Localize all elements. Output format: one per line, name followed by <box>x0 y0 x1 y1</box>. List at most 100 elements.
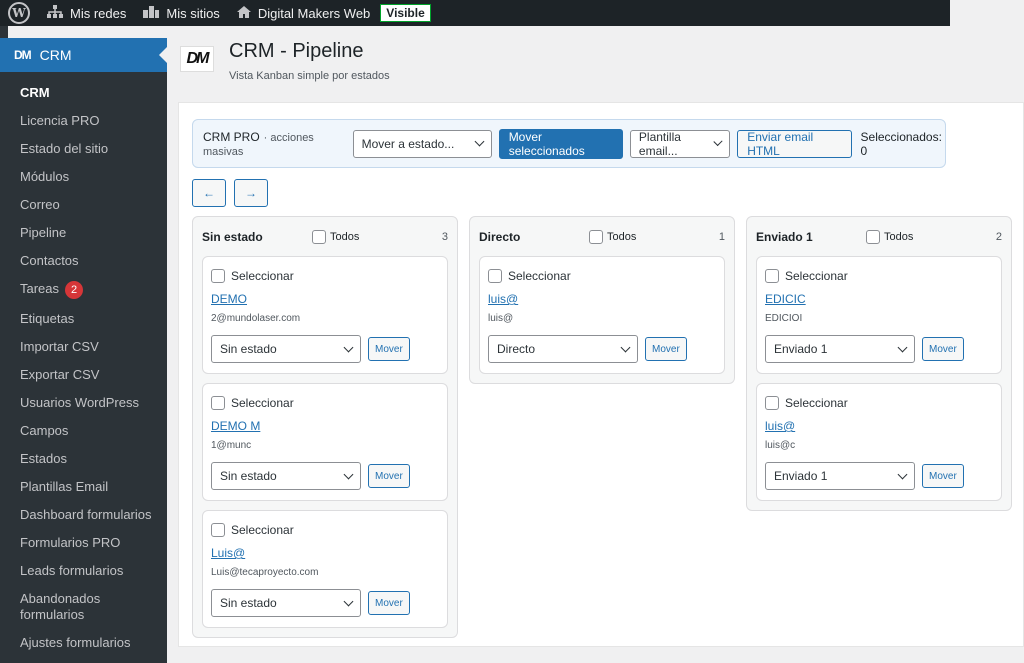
select-lead-toggle[interactable]: Seleccionar <box>211 269 439 283</box>
sidebar-item[interactable]: Contactos <box>0 247 167 275</box>
page-header: DM CRM - Pipeline Vista Kanban simple po… <box>180 40 390 82</box>
select-lead-toggle[interactable]: Seleccionar <box>211 396 439 410</box>
lead-name-link[interactable]: DEMO M <box>211 419 439 433</box>
select-all-checkbox[interactable] <box>866 229 880 244</box>
sidebar-item[interactable]: Ajustes formularios <box>0 629 167 657</box>
select-lead-label: Seleccionar <box>785 269 848 283</box>
move-selected-button[interactable]: Mover seleccionados <box>498 128 623 159</box>
column-title: Enviado 1 <box>756 229 813 244</box>
status-select[interactable]: Enviado 1 <box>765 462 915 490</box>
crm-menu-header[interactable]: DM CRM <box>0 38 167 72</box>
move-button[interactable]: Mover <box>922 337 964 361</box>
sidebar-item[interactable]: Correo <box>0 191 167 219</box>
lead-email: 2@mundolaser.com <box>211 313 301 324</box>
column-header: Enviado 1 Todos 2 <box>756 217 1002 256</box>
sidebar-item[interactable]: Plantillas Email <box>0 473 167 501</box>
select-lead-checkbox[interactable] <box>211 523 225 537</box>
select-lead-toggle[interactable]: Seleccionar <box>765 269 993 283</box>
select-lead-checkbox[interactable] <box>765 396 779 410</box>
scroll-right-button[interactable]: → <box>234 179 268 207</box>
move-button[interactable]: Mover <box>368 591 410 615</box>
sidebar-item-label: Ajustes formularios <box>20 635 131 650</box>
lead-name-link[interactable]: Luis@ <box>211 546 439 560</box>
move-button[interactable]: Mover <box>922 464 964 488</box>
lead-name-link[interactable]: DEMO <box>211 292 439 306</box>
move-controls: Sin estado Mover <box>211 335 439 363</box>
sidebar-item[interactable]: Importar CSV <box>0 333 167 361</box>
sidebar-item[interactable]: Formularios PRO <box>0 529 167 557</box>
sidebar-item-label: Abandonados formularios <box>20 591 101 622</box>
current-menu-arrow <box>159 47 167 63</box>
sidebar-item[interactable]: Abandonados formularios <box>0 585 167 629</box>
wordpress-logo-menu[interactable]: W <box>0 0 38 26</box>
status-select[interactable]: Sin estado <box>211 589 361 617</box>
my-networks-label: Mis redes <box>70 5 127 21</box>
move-button[interactable]: Mover <box>368 337 410 361</box>
sidebar-item[interactable]: Módulos <box>0 163 167 191</box>
lead-name-link[interactable]: EDICIC <box>765 292 993 306</box>
move-controls: Directo Mover <box>488 335 716 363</box>
column-count: 2 <box>995 230 1002 243</box>
scroll-left-button[interactable]: ← <box>192 179 226 207</box>
sidebar-item-label: Estados <box>20 451 67 466</box>
site-name-menu[interactable]: Digital Makers Web Visible <box>228 0 439 26</box>
send-html-email-button[interactable]: Enviar email HTML <box>737 129 852 158</box>
my-sites-menu[interactable]: Mis sitios <box>134 0 227 26</box>
sidebar-item-label: Etiquetas <box>20 311 75 326</box>
select-all-checkbox[interactable] <box>589 229 603 244</box>
select-lead-toggle[interactable]: Seleccionar <box>211 523 439 537</box>
lead-card: Seleccionar DEMO 2@mundolaser.com Sin estad… <box>202 256 448 374</box>
status-select[interactable]: Sin estado <box>211 335 361 363</box>
sidebar-item[interactable]: Pipeline <box>0 219 167 247</box>
select-lead-toggle[interactable]: Seleccionar <box>765 396 993 410</box>
sidebar-item-label: CRM <box>20 85 50 100</box>
sidebar-item[interactable]: Usuarios WordPress <box>0 389 167 417</box>
sidebar-item[interactable]: Licencia PRO <box>0 107 167 135</box>
lead-email: EDICIOI <box>765 313 803 324</box>
select-lead-toggle[interactable]: Seleccionar <box>488 269 716 283</box>
status-select[interactable]: Sin estado <box>211 462 361 490</box>
sidebar-item[interactable]: Estados <box>0 445 167 473</box>
move-button[interactable]: Mover <box>645 337 687 361</box>
select-lead-label: Seleccionar <box>231 523 294 537</box>
email-template-select[interactable]: Plantilla email... <box>629 129 731 158</box>
sidebar-item[interactable]: Dashboard formularios <box>0 501 167 529</box>
main-content: DM CRM - Pipeline Vista Kanban simple po… <box>167 32 1024 663</box>
select-all-checkbox[interactable] <box>312 229 326 244</box>
select-all-toggle[interactable]: Todos <box>312 229 442 244</box>
column-title: Sin estado <box>202 229 263 244</box>
select-all-toggle[interactable]: Todos <box>866 229 996 244</box>
sidebar-item[interactable]: CRM <box>0 79 167 107</box>
select-lead-checkbox[interactable] <box>488 269 502 283</box>
select-lead-checkbox[interactable] <box>211 269 225 283</box>
status-select[interactable]: Directo <box>488 335 638 363</box>
select-lead-checkbox[interactable] <box>211 396 225 410</box>
chevron-down-icon <box>343 342 354 352</box>
move-button[interactable]: Mover <box>368 464 410 488</box>
sidebar-item[interactable]: Estado del sitio <box>0 135 167 163</box>
site-name-label: Digital Makers Web <box>257 5 371 21</box>
wordpress-icon: W <box>8 2 30 24</box>
status-select[interactable]: Enviado 1 <box>765 335 915 363</box>
sidebar-item[interactable]: Exportar CSV <box>0 361 167 389</box>
admin-menu-edge <box>0 26 8 38</box>
lead-name-link[interactable]: luis@ <box>765 419 993 433</box>
select-all-toggle[interactable]: Todos <box>589 229 719 244</box>
page-title: CRM - Pipeline <box>229 40 364 62</box>
select-lead-checkbox[interactable] <box>765 269 779 283</box>
sidebar-item[interactable]: Etiquetas <box>0 305 167 333</box>
chevron-down-icon <box>897 469 908 479</box>
crm-logo-icon: DM <box>14 48 32 62</box>
lead-name-link[interactable]: luis@ <box>488 292 716 306</box>
my-networks-menu[interactable]: Mis redes <box>38 0 134 26</box>
chevron-down-icon <box>713 136 723 147</box>
pipeline-column: Enviado 1 Todos 2 Seleccionar EDICIC EDICIOI E… <box>746 216 1012 511</box>
column-title: Directo <box>479 229 521 244</box>
crm-menu-title: CRM <box>39 47 72 63</box>
move-to-status-select[interactable]: Mover a estado... <box>352 129 492 158</box>
column-header: Directo Todos 1 <box>479 217 725 256</box>
sidebar-item[interactable]: Campos <box>0 417 167 445</box>
sidebar-item[interactable]: Leads formularios <box>0 557 167 585</box>
sidebar-item-label: Plantillas Email <box>20 479 109 494</box>
sidebar-item[interactable]: Tareas 2 <box>0 275 167 305</box>
